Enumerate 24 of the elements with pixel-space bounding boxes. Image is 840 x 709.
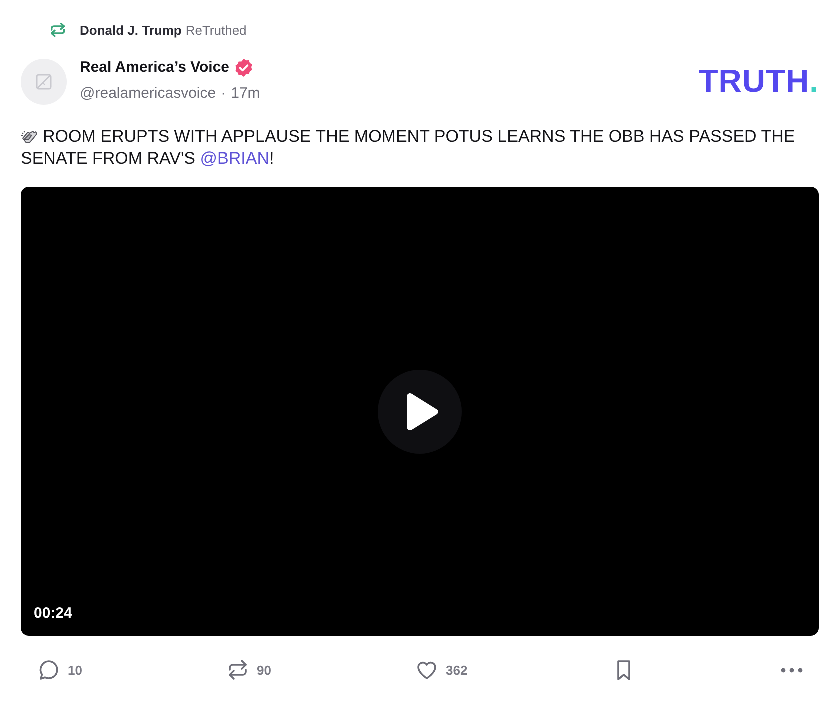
truth-logo: TRUTH. — [698, 65, 819, 97]
author-name[interactable]: Real America’s Voice — [80, 59, 230, 76]
more-icon — [781, 668, 803, 672]
play-icon — [404, 392, 440, 430]
heart-icon — [416, 659, 438, 681]
image-placeholder-icon — [36, 74, 52, 90]
bookmark-button[interactable] — [617, 660, 631, 680]
retruther-name[interactable]: Donald J. Trump — [80, 22, 182, 38]
video-duration: 00:24 — [34, 605, 72, 622]
clapping-hands-icon — [21, 129, 38, 144]
post-text: ROOM ERUPTS WITH APPLAUSE THE MOMENT POTUS LEARNS THE OBB HAS PASSED THE SENATE FROM RAV'S @BRIAN! — [21, 126, 796, 170]
reply-button[interactable]: 10 — [38, 659, 82, 681]
retruth-button[interactable]: 90 — [227, 659, 272, 681]
bookmark-icon — [617, 660, 631, 680]
repeat-arrows-icon — [51, 23, 65, 37]
comment-icon — [38, 659, 60, 681]
post-time[interactable]: 17m — [231, 84, 260, 102]
like-button[interactable]: 362 — [416, 659, 468, 681]
separator-dot: · — [221, 84, 226, 102]
retruth-label: ReTruthed — [186, 22, 247, 38]
author-handle[interactable]: @realamericasvoice — [80, 84, 216, 102]
mention-link[interactable]: @BRIAN — [200, 149, 270, 168]
more-button[interactable] — [781, 668, 803, 672]
repeat-arrows-icon — [227, 659, 249, 681]
